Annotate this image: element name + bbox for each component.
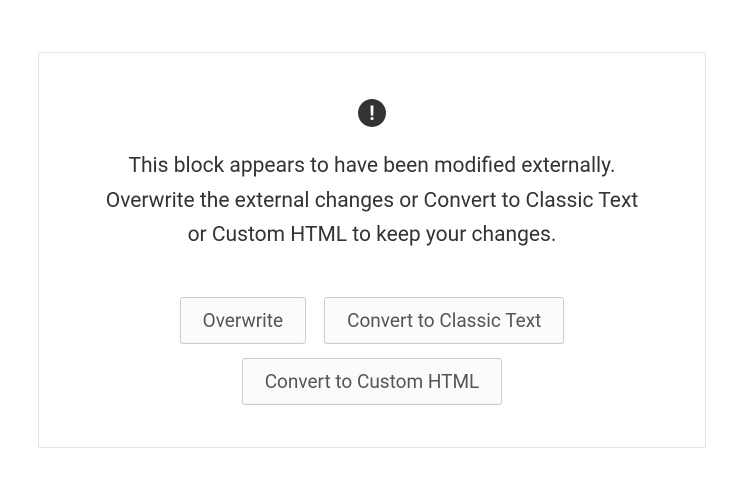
overwrite-button[interactable]: Overwrite <box>180 297 306 344</box>
dialog-message: This block appears to have been modified… <box>87 149 657 253</box>
convert-classic-text-button[interactable]: Convert to Classic Text <box>324 297 564 344</box>
block-conflict-dialog: ! This block appears to have been modifi… <box>38 52 706 448</box>
warning-exclamation-icon: ! <box>358 99 386 127</box>
actions-row: Overwrite Convert to Classic Text Conver… <box>87 297 657 405</box>
convert-custom-html-button[interactable]: Convert to Custom HTML <box>242 358 503 405</box>
icon-container: ! <box>87 99 657 127</box>
